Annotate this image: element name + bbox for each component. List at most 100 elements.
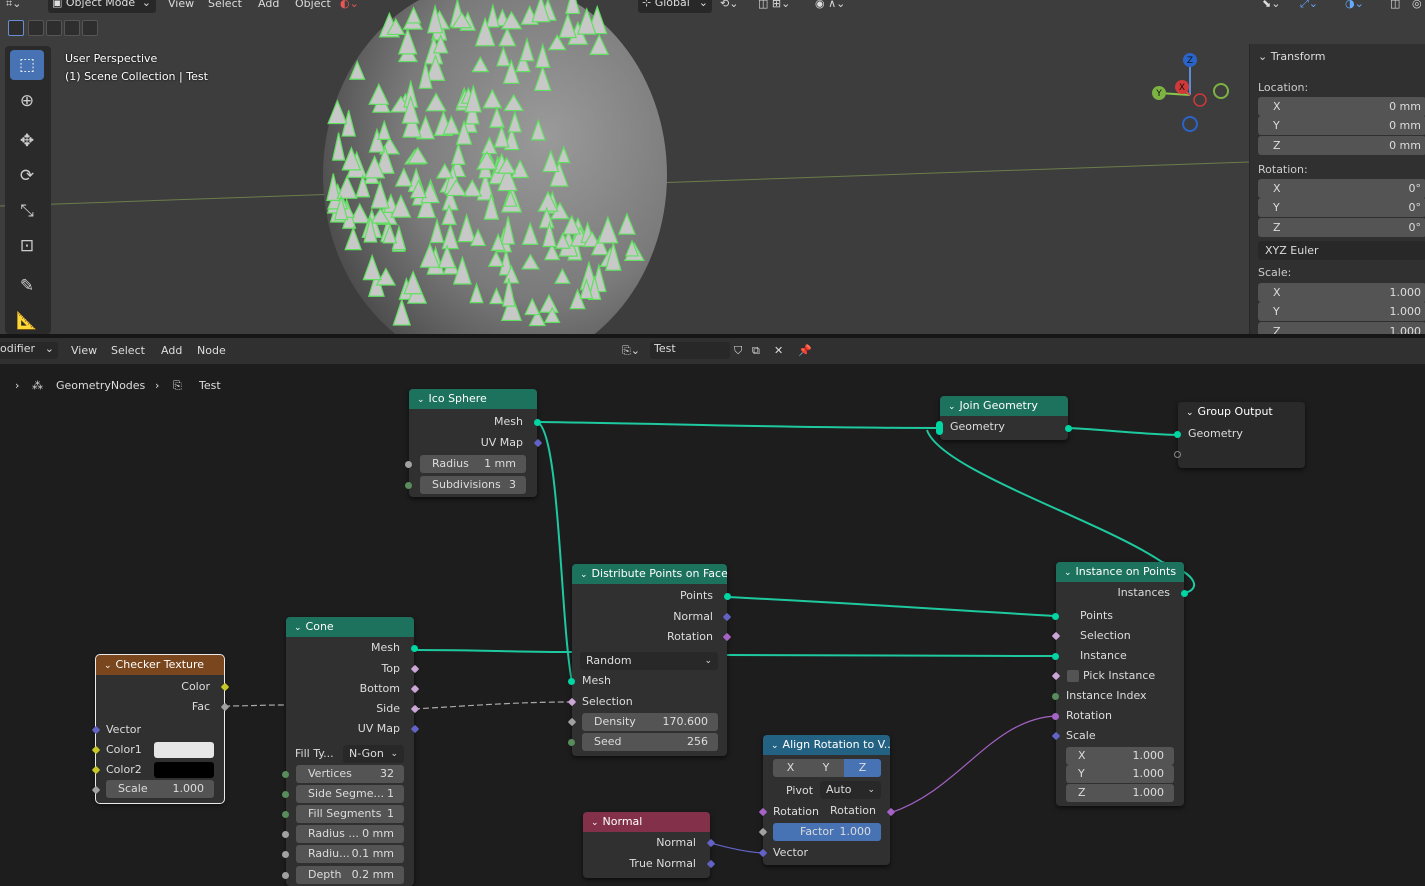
- radius-bottom-field[interactable]: Radiu... 0.1 mm: [296, 845, 404, 863]
- shading-icon[interactable]: ◎: [1412, 0, 1422, 10]
- input-socket[interactable]: [1051, 671, 1061, 681]
- output-socket[interactable]: [410, 704, 420, 714]
- duplicate-icon[interactable]: ⧉: [752, 344, 760, 358]
- virtual-socket[interactable]: [1174, 451, 1181, 458]
- select-subtract-icon[interactable]: [46, 20, 62, 36]
- rotation-x-field[interactable]: X 0°: [1258, 179, 1425, 198]
- breadcrumb-modifier[interactable]: GeometryNodes: [56, 379, 145, 392]
- pivot-dropdown[interactable]: Auto ⌄: [820, 781, 881, 799]
- menu-object[interactable]: Object: [295, 0, 331, 10]
- output-socket[interactable]: [533, 438, 543, 448]
- scale-z-field[interactable]: Z 1.000: [1066, 784, 1174, 802]
- chevron-down-icon[interactable]: ⌄: [591, 814, 599, 832]
- select-box-icon[interactable]: ⬚: [10, 50, 44, 80]
- chevron-down-icon[interactable]: ⌄: [294, 619, 302, 637]
- location-z-field[interactable]: Z0 mm: [1258, 136, 1425, 155]
- node-instance-on-points[interactable]: ⌄ Instance on Points Instances Points Sel…: [1051, 562, 1188, 806]
- move-icon[interactable]: ✥: [10, 126, 44, 156]
- scale-z-field[interactable]: Z 1.000: [1258, 322, 1425, 334]
- transform-icon[interactable]: ⊡: [10, 231, 44, 261]
- factor-field[interactable]: Factor 1.000: [773, 823, 881, 841]
- pick-instance-checkbox[interactable]: [1067, 670, 1079, 682]
- output-socket[interactable]: [411, 645, 418, 652]
- input-socket[interactable]: [1174, 431, 1181, 438]
- input-socket[interactable]: [91, 745, 101, 755]
- output-socket[interactable]: [220, 702, 230, 712]
- scene-icon[interactable]: ◐⌄: [340, 0, 359, 10]
- fill-type-dropdown[interactable]: N-Gon ⌄: [343, 745, 404, 763]
- proportional-edit-icon[interactable]: ◉ ∧⌄: [815, 0, 845, 10]
- menu-node[interactable]: Node: [197, 344, 226, 357]
- input-socket[interactable]: [91, 725, 101, 735]
- rotate-icon[interactable]: ⟳: [10, 161, 44, 191]
- cursor-icon[interactable]: ⊕: [10, 86, 44, 116]
- visibility-icon[interactable]: ⬊⌄: [1262, 0, 1280, 10]
- chevron-down-icon[interactable]: ⌄: [580, 566, 588, 584]
- node-align-rotation[interactable]: ⌄ Align Rotation to V... X Y Z Pivot Auto…: [758, 735, 896, 865]
- node-group-output[interactable]: ⌄ Group Output Geometry: [1174, 402, 1305, 468]
- location-y-field[interactable]: Y0 mm: [1258, 116, 1425, 135]
- output-socket[interactable]: [706, 859, 716, 869]
- cone-sphere-object[interactable]: [315, 0, 675, 334]
- output-socket[interactable]: [722, 612, 732, 622]
- fill-segments-field[interactable]: Fill Segments 1: [296, 805, 404, 823]
- input-socket[interactable]: [282, 811, 289, 818]
- select-invert-icon[interactable]: [64, 20, 80, 36]
- scale-y-field[interactable]: Y 1.000: [1066, 765, 1174, 783]
- radius-top-field[interactable]: Radius ... 0 mm: [296, 825, 404, 843]
- chevron-down-icon[interactable]: ⌄: [948, 398, 956, 416]
- measure-icon[interactable]: 📐: [10, 306, 44, 334]
- menu-add[interactable]: Add: [161, 344, 182, 357]
- input-socket[interactable]: [282, 872, 289, 879]
- distribute-mode-dropdown[interactable]: Random ⌄: [580, 652, 718, 670]
- node-checker-texture[interactable]: ⌄ Checker Texture Color Fac Vector Color1…: [91, 654, 230, 804]
- output-socket[interactable]: [1181, 590, 1188, 597]
- input-socket[interactable]: [282, 831, 289, 838]
- output-socket[interactable]: [722, 632, 732, 642]
- scale-icon[interactable]: ⤡: [10, 196, 44, 226]
- transform-panel-title[interactable]: ⌄ Transform: [1258, 50, 1325, 63]
- input-socket[interactable]: [936, 421, 943, 435]
- depth-field[interactable]: Depth 0.2 mm: [296, 866, 404, 884]
- annotate-icon[interactable]: ✎: [10, 271, 44, 301]
- input-socket[interactable]: [1052, 693, 1059, 700]
- editor-type-icon[interactable]: ⌗⌄: [6, 0, 21, 11]
- menu-select[interactable]: Select: [208, 0, 242, 10]
- input-socket[interactable]: [1052, 653, 1059, 660]
- input-socket[interactable]: [91, 765, 101, 775]
- rotation-z-field[interactable]: Z 0°: [1258, 218, 1425, 237]
- subdivisions-field[interactable]: Subdivisions 3: [420, 476, 526, 494]
- input-socket[interactable]: [282, 791, 289, 798]
- output-socket[interactable]: [724, 593, 731, 600]
- select-intersect-icon[interactable]: [82, 20, 98, 36]
- color2-swatch[interactable]: [154, 762, 214, 778]
- input-socket[interactable]: [1052, 613, 1059, 620]
- node-ico-sphere[interactable]: ⌄ Ico Sphere Mesh UV Map Radius 1 mm Subdi…: [405, 389, 543, 497]
- overlay-icon[interactable]: ◑⌄: [1345, 0, 1364, 10]
- chevron-down-icon[interactable]: ⌄: [1064, 564, 1072, 582]
- location-x-field[interactable]: X0 mm: [1258, 97, 1425, 116]
- output-socket[interactable]: [1065, 425, 1072, 432]
- input-socket[interactable]: [282, 771, 289, 778]
- input-socket[interactable]: [1051, 631, 1061, 641]
- output-socket[interactable]: [410, 684, 420, 694]
- input-socket[interactable]: [758, 827, 768, 837]
- vertices-field[interactable]: Vertices 32: [296, 765, 404, 783]
- orientation-dropdown[interactable]: ⊹ Global ⌄: [638, 0, 712, 13]
- scale-x-field[interactable]: X 1.000: [1066, 747, 1174, 765]
- input-socket[interactable]: [567, 717, 577, 727]
- chevron-right-icon[interactable]: ›: [15, 379, 19, 392]
- scale-field[interactable]: Scale 1.000: [106, 780, 214, 798]
- input-socket[interactable]: [405, 461, 412, 468]
- node-cone[interactable]: ⌄ Cone Mesh Top Bottom Side UV Map Fill T…: [282, 617, 420, 886]
- input-socket[interactable]: [91, 785, 101, 795]
- gizmo-toggle-icon[interactable]: ⤢⌄: [1300, 0, 1318, 11]
- chevron-down-icon[interactable]: ⌄: [771, 737, 779, 755]
- mode-dropdown[interactable]: ▣ Object Mode ⌄: [48, 0, 156, 13]
- close-icon[interactable]: ✕: [774, 344, 783, 357]
- pivot-icon[interactable]: ⟲⌄: [720, 0, 738, 10]
- node-join-geometry[interactable]: ⌄ Join Geometry Geometry: [936, 396, 1072, 440]
- pin-icon[interactable]: 📌: [798, 344, 812, 357]
- node-normal[interactable]: ⌄ Normal Normal True Normal: [583, 812, 716, 878]
- menu-view[interactable]: View: [168, 0, 194, 10]
